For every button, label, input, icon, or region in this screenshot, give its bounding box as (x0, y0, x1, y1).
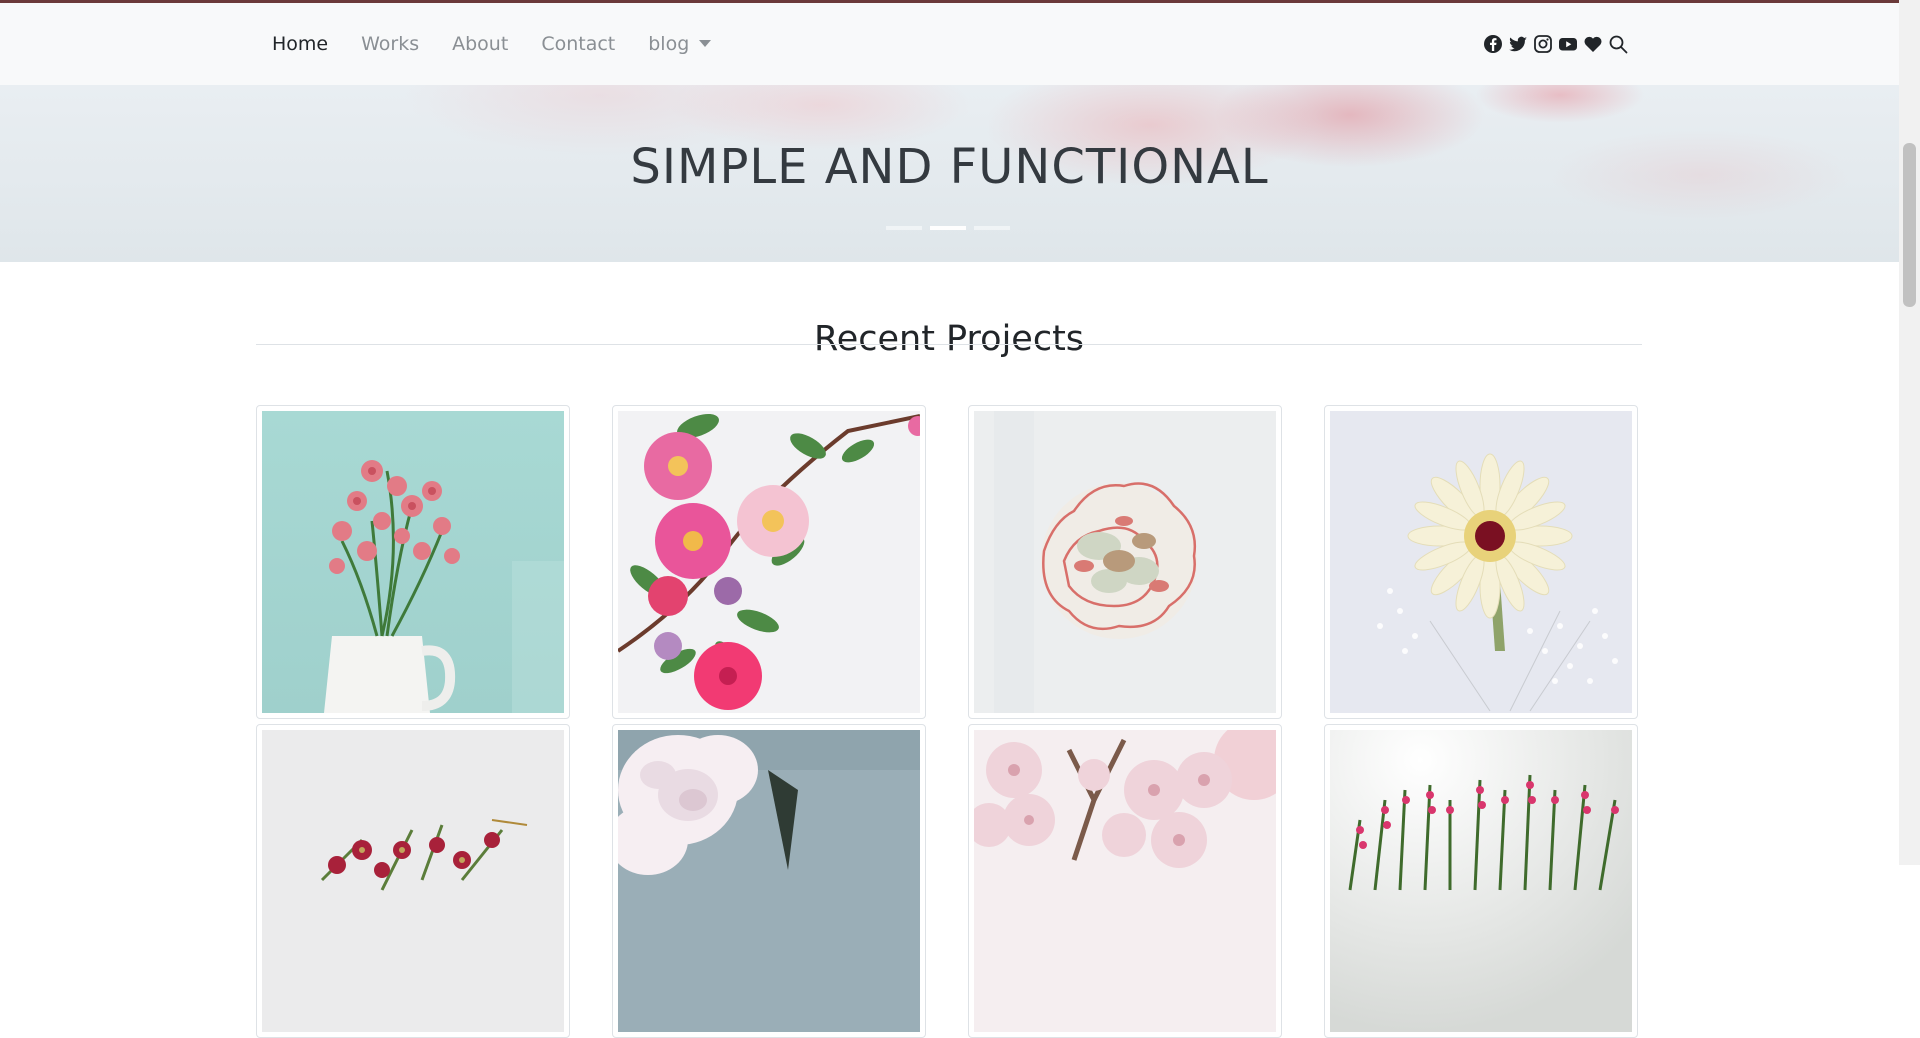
youtube-icon[interactable] (1558, 34, 1578, 54)
carousel-indicators (886, 226, 1010, 230)
nav-about[interactable]: About (452, 33, 508, 55)
carousel-indicator-1[interactable] (886, 226, 922, 230)
hero-title: SIMPLE AND FUNCTIONAL (630, 139, 1269, 196)
project-thumbnail-6[interactable] (612, 724, 926, 1038)
carousel-indicator-3[interactable] (974, 226, 1010, 230)
nav-works[interactable]: Works (361, 33, 419, 55)
search-icon[interactable] (1608, 34, 1628, 54)
project-thumbnail-4[interactable] (1324, 405, 1638, 719)
project-image-gerbera (1330, 411, 1632, 713)
project-image-red-flowers (262, 730, 564, 1032)
project-thumbnail-1[interactable] (256, 405, 570, 719)
nav-home[interactable]: Home (272, 33, 328, 55)
project-thumbnail-3[interactable] (968, 405, 1282, 719)
caret-down-icon (699, 40, 712, 47)
nav-contact[interactable]: Contact (541, 33, 615, 55)
carousel-indicator-2[interactable] (930, 226, 966, 230)
project-image-heather (1330, 730, 1632, 1032)
project-image-carnation (974, 411, 1276, 713)
project-thumbnail-7[interactable] (968, 724, 1282, 1038)
section-divider (256, 344, 1642, 345)
navbar: Home Works About Contact blog (0, 3, 1899, 85)
project-image-peony (618, 730, 920, 1032)
scrollbar-thumb[interactable] (1903, 143, 1916, 307)
project-image-camellias (618, 411, 920, 713)
nav-links: Home Works About Contact blog (272, 3, 744, 85)
nav-blog-label: blog (648, 33, 690, 55)
top-accent-line (0, 0, 1920, 3)
project-thumbnail-5[interactable] (256, 724, 570, 1038)
project-image-cherry-blossoms (974, 730, 1276, 1032)
project-image-roses (262, 411, 564, 713)
hero-carousel: SIMPLE AND FUNCTIONAL (0, 85, 1899, 262)
nav-blog-dropdown[interactable]: blog (648, 33, 712, 55)
section-title: Recent Projects (813, 319, 1085, 360)
instagram-icon[interactable] (1533, 34, 1553, 54)
project-thumbnail-2[interactable] (612, 405, 926, 719)
social-icons (1483, 3, 1628, 85)
page-scrollbar[interactable] (1899, 0, 1920, 865)
heart-icon[interactable] (1583, 34, 1603, 54)
twitter-icon[interactable] (1508, 34, 1528, 54)
facebook-icon[interactable] (1483, 34, 1503, 54)
project-thumbnail-8[interactable] (1324, 724, 1638, 1038)
